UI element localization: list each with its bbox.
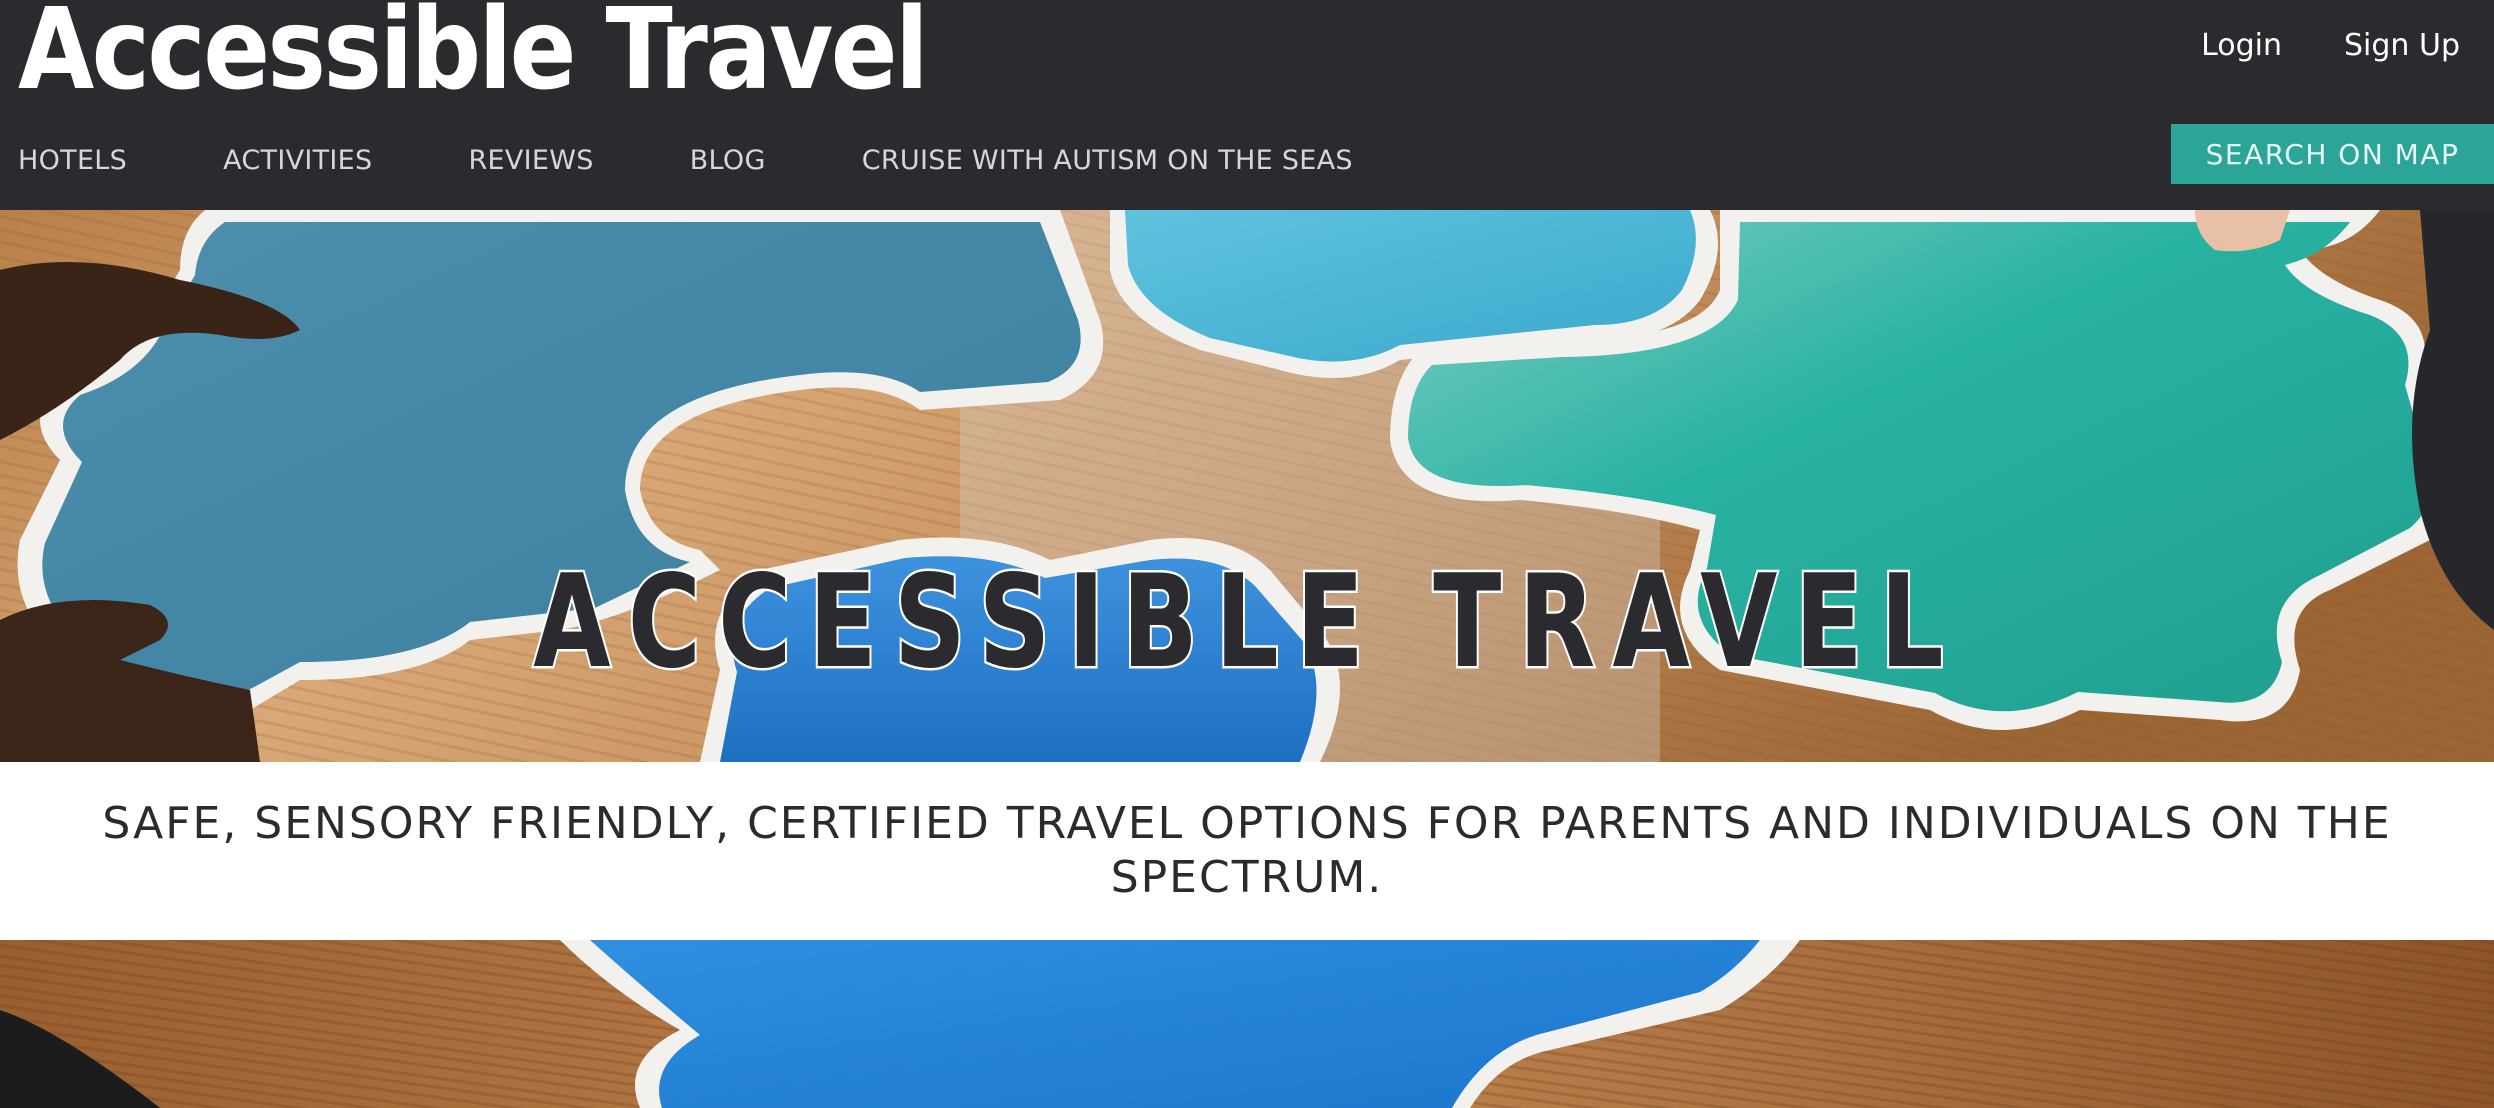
nav-hotels[interactable]: HOTELS — [18, 145, 127, 176]
nav-blog[interactable]: BLOG — [690, 145, 766, 176]
nav-cruise-with-autism[interactable]: CRUISE WITH AUTISM ON THE SEAS — [862, 145, 1353, 176]
hero-title: ACCESSIBLE TRAVEL — [531, 546, 1961, 700]
site-logo[interactable]: Accessible Travel — [18, 0, 929, 110]
tagline-text: SAFE, SENSORY FRIENDLY, CERTIFIED TRAVEL… — [102, 798, 2392, 903]
lower-puzzle-image — [0, 940, 2494, 1108]
signup-link[interactable]: Sign Up — [2344, 28, 2460, 63]
hero-banner: ACCESSIBLE TRAVEL — [0, 210, 2494, 762]
nav-activities[interactable]: ACTIVITIES — [223, 145, 372, 176]
login-link[interactable]: Login — [2201, 28, 2282, 63]
search-on-map-button[interactable]: SEARCH ON MAP — [2171, 124, 2494, 184]
nav-reviews[interactable]: REVIEWS — [468, 145, 593, 176]
main-nav: HOTELS ACTIVITIES REVIEWS BLOG CRUISE WI… — [18, 145, 1353, 176]
lower-banner — [0, 940, 2494, 1108]
tagline-section: SAFE, SENSORY FRIENDLY, CERTIFIED TRAVEL… — [0, 762, 2494, 940]
site-header: Accessible Travel Login Sign Up HOTELS A… — [0, 0, 2494, 210]
auth-links: Login Sign Up — [2201, 28, 2460, 63]
